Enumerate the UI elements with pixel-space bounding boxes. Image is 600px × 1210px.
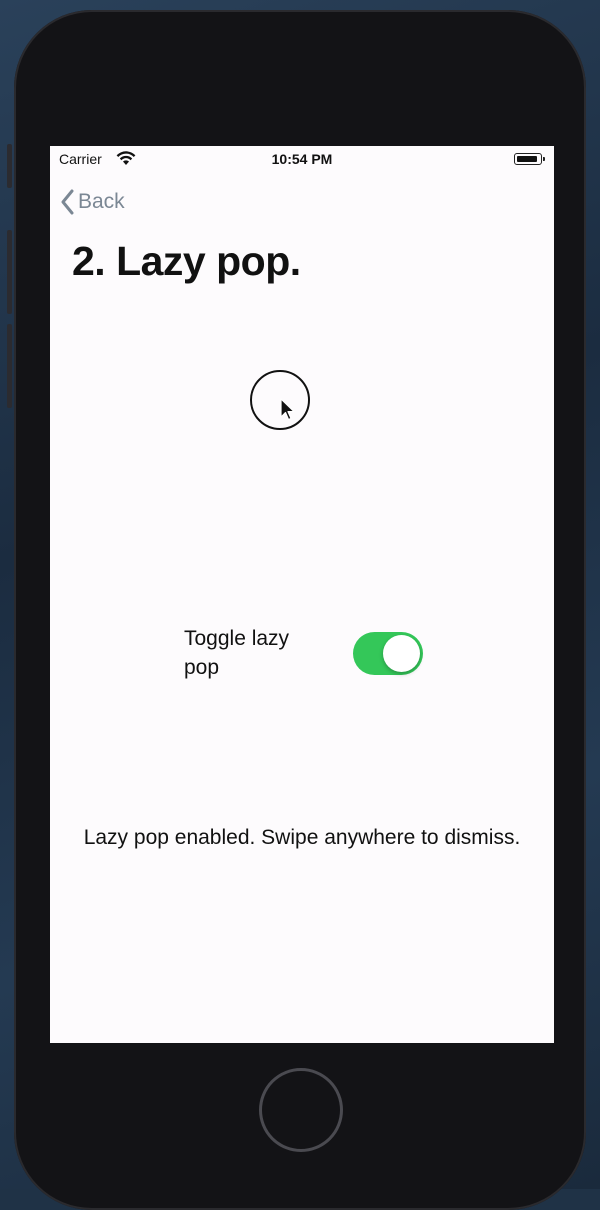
status-message: Lazy pop enabled. Swipe anywhere to dism… <box>83 826 521 849</box>
chevron-left-icon <box>61 189 74 215</box>
app-screen[interactable]: Carrier 10:54 PM Back 2. Lazy pop. Toggl… <box>50 146 554 1043</box>
volume-up-button <box>7 230 12 314</box>
back-button-label: Back <box>78 190 125 213</box>
cursor-icon <box>280 398 296 427</box>
volume-down-button <box>7 324 12 408</box>
status-bar: Carrier 10:54 PM <box>50 146 554 174</box>
battery-icon <box>514 153 545 165</box>
page-title: 2. Lazy pop. <box>72 238 301 284</box>
switch-knob <box>383 635 420 672</box>
status-time: 10:54 PM <box>271 151 333 167</box>
home-button[interactable] <box>259 1068 343 1152</box>
toggle-lazy-pop-label: Toggle lazy pop <box>184 627 290 679</box>
lazy-pop-switch[interactable] <box>353 632 423 675</box>
mute-switch <box>7 144 12 188</box>
back-button[interactable]: Back <box>60 186 125 218</box>
